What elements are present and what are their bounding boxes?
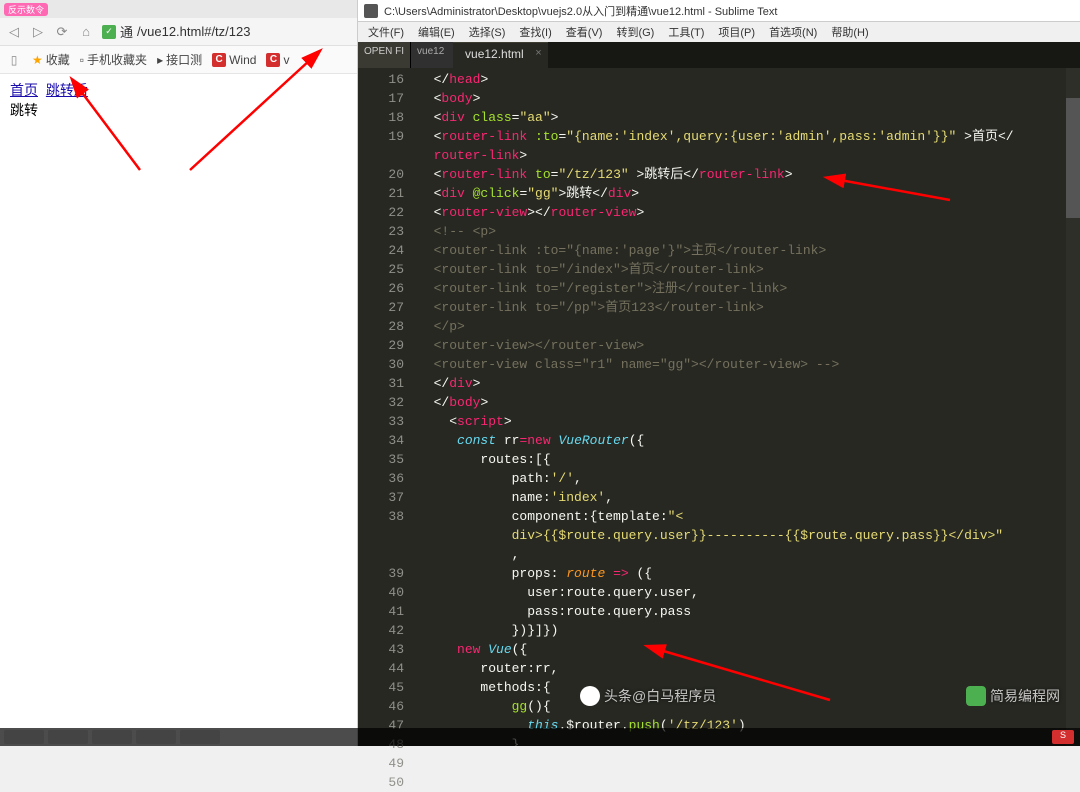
menu-icon[interactable]: ▯ — [6, 52, 22, 68]
browser-toolbar: ◁ ▷ ⟳ ⌂ ✓ 通 /vue12.html#/tz/123 — [0, 18, 357, 46]
reload-icon[interactable]: ⟳ — [54, 24, 70, 40]
scrollbar-thumb[interactable] — [1066, 98, 1080, 218]
taskbar-item[interactable] — [48, 730, 88, 744]
titlebar: C:\Users\Administrator\Desktop\vuejs2.0从… — [358, 0, 1080, 22]
close-icon[interactable]: × — [535, 47, 541, 59]
bookmark-api[interactable]: ▸ 接口测 — [157, 51, 202, 68]
watermark-left: 头条@白马程序员 — [580, 686, 716, 706]
avatar-icon — [580, 686, 600, 706]
bookmark-v[interactable]: Cv — [266, 53, 289, 67]
star-icon: ★ — [32, 53, 43, 67]
menu-item[interactable]: 查找(I) — [513, 24, 557, 40]
menu-item[interactable]: 项目(P) — [712, 24, 761, 40]
page-content: 首页 跳转后 跳转 — [0, 74, 357, 126]
app-icon — [364, 4, 378, 18]
tab-title: vue12.html — [465, 47, 524, 61]
bookmark-mobile[interactable]: ▫ 手机收藏夹 — [80, 51, 147, 68]
window-title: C:\Users\Administrator\Desktop\vuejs2.0从… — [384, 3, 777, 19]
menu-item[interactable]: 工具(T) — [662, 24, 710, 40]
url-prefix: 通 — [120, 22, 133, 41]
editor-tab[interactable]: vue12.html × — [453, 42, 548, 68]
link-home[interactable]: 首页 — [10, 82, 38, 98]
jump-text[interactable]: 跳转 — [10, 100, 347, 120]
browser-tab-strip: 反示数令 — [0, 0, 357, 18]
vertical-scrollbar[interactable] — [1066, 68, 1080, 746]
open-files-label: OPEN FI — [358, 42, 411, 68]
sublime-window: C:\Users\Administrator\Desktop\vuejs2.0从… — [358, 0, 1080, 746]
bookmark-fav[interactable]: ★收藏 — [32, 51, 70, 68]
ime-indicator[interactable]: S — [1052, 730, 1074, 744]
url-text: /vue12.html#/tz/123 — [137, 24, 250, 39]
shield-icon: ✓ — [102, 25, 116, 39]
bookmark-wind[interactable]: CWind — [212, 53, 256, 67]
watermark-right: 简易编程网 — [966, 686, 1060, 706]
tab-badge: 反示数令 — [4, 3, 48, 16]
c-icon: C — [212, 53, 226, 67]
taskbar-item[interactable] — [92, 730, 132, 744]
taskbar: S — [0, 728, 1080, 746]
editor-area[interactable]: 1617181920212223242526272829303132333435… — [358, 68, 1080, 746]
code-area[interactable]: </head> <body> <div class="aa"> <router-… — [414, 68, 1080, 746]
taskbar-item[interactable] — [136, 730, 176, 744]
menubar: 文件(F)编辑(E)选择(S)查找(I)查看(V)转到(G)工具(T)项目(P)… — [358, 22, 1080, 42]
home-icon[interactable]: ⌂ — [78, 24, 94, 40]
menu-item[interactable]: 首选项(N) — [763, 24, 823, 40]
taskbar-item[interactable] — [4, 730, 44, 744]
url-bar[interactable]: ✓ 通 /vue12.html#/tz/123 — [102, 22, 250, 41]
menu-item[interactable]: 编辑(E) — [412, 24, 461, 40]
taskbar-item[interactable] — [180, 730, 220, 744]
wechat-icon — [966, 686, 986, 706]
bookmark-bar: ▯ ★收藏 ▫ 手机收藏夹 ▸ 接口测 CWind Cv — [0, 46, 357, 74]
sidebar-file[interactable]: vue12 — [411, 42, 453, 68]
menu-item[interactable]: 帮助(H) — [825, 24, 874, 40]
tabs-row: OPEN FI vue12 vue12.html × — [358, 42, 1080, 68]
gutter: 1617181920212223242526272829303132333435… — [358, 68, 414, 746]
link-after-jump[interactable]: 跳转后 — [46, 82, 88, 98]
menu-item[interactable]: 查看(V) — [560, 24, 609, 40]
menu-item[interactable]: 选择(S) — [463, 24, 512, 40]
menu-item[interactable]: 文件(F) — [362, 24, 410, 40]
menu-item[interactable]: 转到(G) — [610, 24, 660, 40]
back-icon[interactable]: ◁ — [6, 24, 22, 40]
c-icon: C — [266, 53, 280, 67]
browser-window: 反示数令 ◁ ▷ ⟳ ⌂ ✓ 通 /vue12.html#/tz/123 ▯ ★… — [0, 0, 358, 746]
forward-icon[interactable]: ▷ — [30, 24, 46, 40]
